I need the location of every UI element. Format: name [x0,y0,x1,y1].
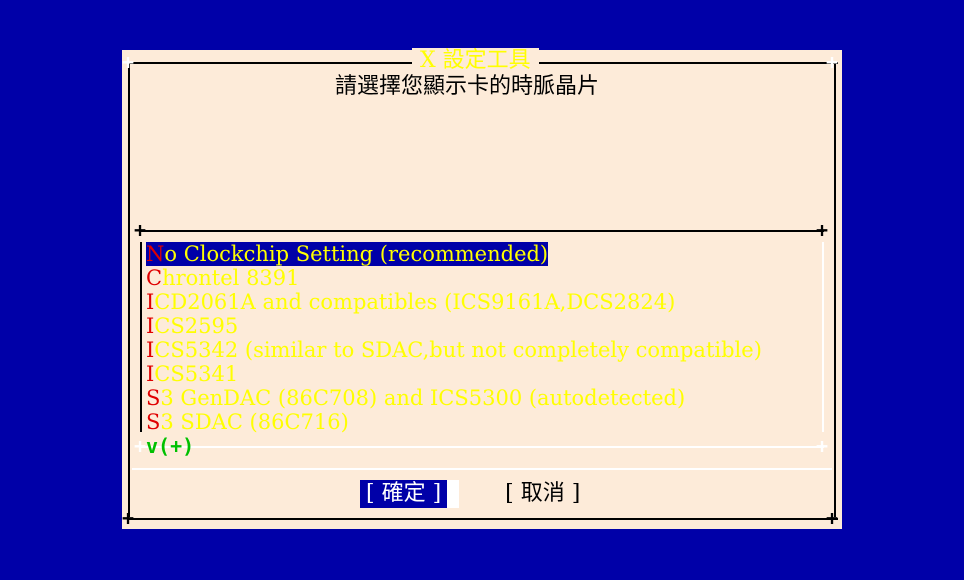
list-item-label: 3 SDAC (86C716) [160,410,349,434]
list-corner-top-right: + [816,218,829,242]
list-item-hotkey: N [146,242,165,266]
list-left-border [140,242,142,432]
ok-button[interactable]: [ 確定 ] [360,480,460,508]
list-item-label: hrontel 8391 [162,266,300,290]
list-item-label: CS5341 [154,362,239,386]
dialog-bottom-border [128,518,838,520]
list-item[interactable]: ICS2595 [146,314,806,338]
corner-bottom-right: + [826,506,839,530]
screen-background: { "dialog": { "title": "X 設定工具", "prompt… [0,0,964,580]
list-item[interactable]: Chrontel 8391 [146,266,806,290]
dialog-prompt: 請選擇您顯示卡的時脈晶片 [334,74,599,99]
list-item-hotkey: S [146,386,161,410]
list-item[interactable]: ICS5341 [146,362,806,386]
dialog-right-border [834,62,836,517]
list-item-label: CD2061A and compatibles (ICS9161A,DCS282… [154,290,676,314]
button-separator [132,468,832,470]
list-item-label: 3 GenDAC (86C708) and ICS5300 (autodetec… [160,386,686,410]
corner-top-left: + [122,50,135,74]
dialog-title: X 設定工具 [412,48,539,74]
list-right-border [822,242,824,432]
clockchip-list[interactable]: No Clockchip Setting (recommended) Chron… [146,242,806,434]
list-item-label: o Clockchip Setting (recommended) [164,242,549,266]
scroll-down-indicator[interactable]: v(+) [146,434,194,458]
dialog-left-border [128,62,130,517]
list-item[interactable]: ICS5342 (similar to SDAC,but not complet… [146,338,806,362]
list-item-label: CS5342 (similar to SDAC,but not complete… [154,338,762,362]
list-bottom-border [140,446,824,448]
list-corner-bottom-right: + [816,434,829,458]
list-item[interactable]: S3 SDAC (86C716) [146,410,806,434]
button-row: [ 確定 ] [ 取消 ] [360,480,586,508]
dialog-window: + + + + X 設定工具 請選擇您顯示卡的時脈晶片 + + + + No C… [122,48,842,530]
list-item-selected[interactable]: No Clockchip Setting (recommended) [146,242,806,266]
list-item-hotkey: S [146,410,161,434]
corner-bottom-left: + [122,506,135,530]
list-corner-top-left: + [134,218,147,242]
cancel-button[interactable]: [ 取消 ] [499,480,586,508]
list-top-border [140,230,824,232]
list-item[interactable]: S3 GenDAC (86C708) and ICS5300 (autodete… [146,386,806,410]
list-item[interactable]: ICD2061A and compatibles (ICS9161A,DCS28… [146,290,806,314]
list-corner-bottom-left: + [134,434,147,458]
list-item-hotkey: C [146,266,163,290]
list-item-label: CS2595 [154,314,239,338]
corner-top-right: + [826,50,839,74]
